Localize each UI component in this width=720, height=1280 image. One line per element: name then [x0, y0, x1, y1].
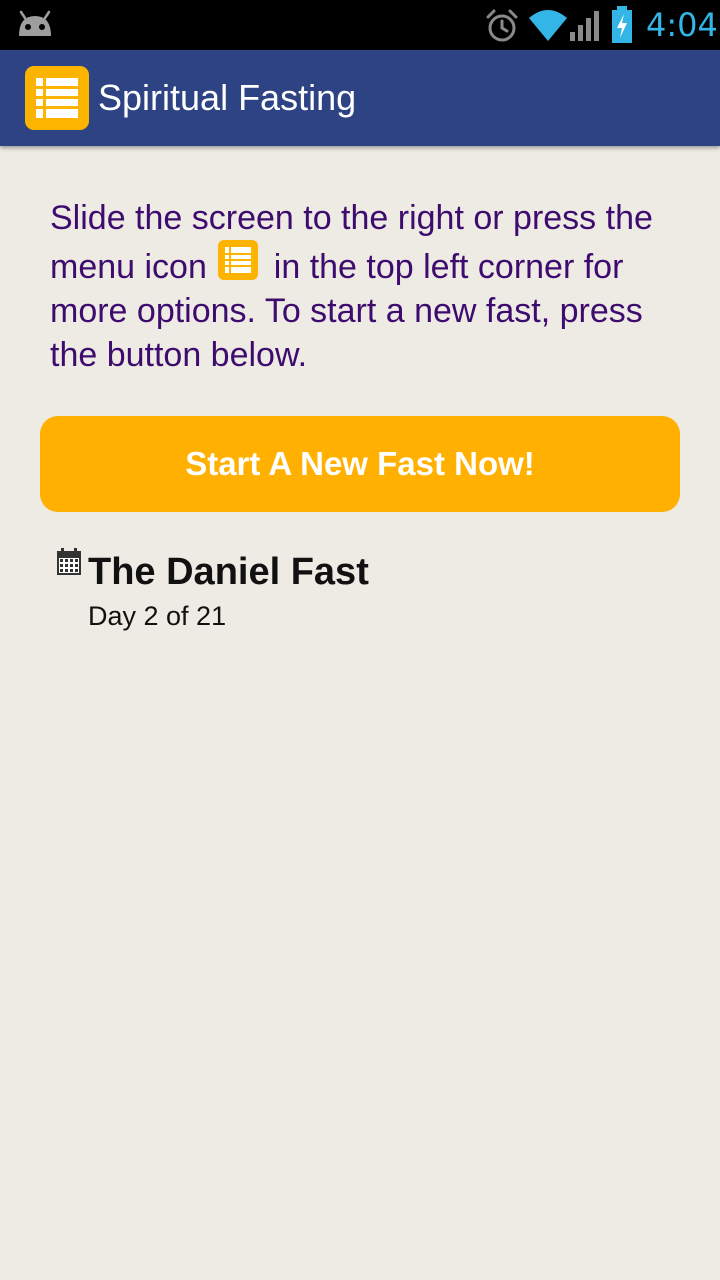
list-menu-icon[interactable]	[25, 66, 89, 130]
battery-charging-icon	[612, 6, 632, 43]
status-bar: 4:04	[0, 0, 720, 50]
inline-menu-icon	[218, 240, 259, 280]
start-new-fast-button[interactable]: Start A New Fast Now!	[40, 416, 680, 512]
signal-icon	[570, 11, 599, 41]
alarm-icon	[486, 9, 518, 42]
android-icon	[19, 10, 51, 36]
fast-progress: Day 2 of 21	[88, 601, 227, 631]
intro-text: Slide the screen to the right or press t…	[50, 196, 690, 377]
fast-title: The Daniel Fast	[88, 551, 369, 593]
status-clock: 4:04	[646, 6, 718, 44]
fast-list-item[interactable]: The Daniel Fast Day 2 of 21	[56, 548, 676, 638]
app-title: Spiritual Fasting	[98, 77, 357, 118]
action-bar: Spiritual Fasting	[0, 50, 720, 146]
wifi-icon	[529, 10, 567, 41]
calendar-icon	[57, 548, 81, 575]
